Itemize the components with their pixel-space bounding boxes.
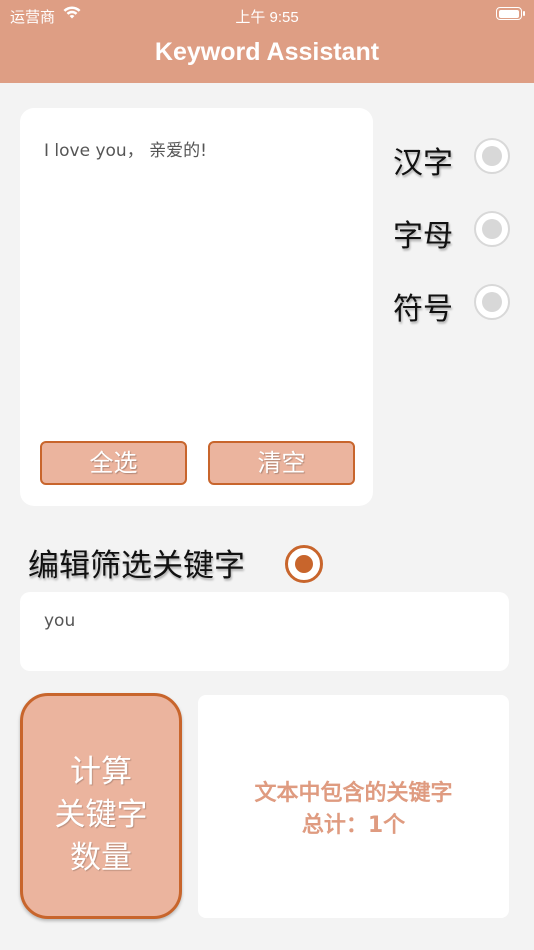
option-letters[interactable]: 字母 — [393, 207, 518, 254]
battery-icon — [496, 7, 525, 20]
clear-button[interactable]: 清空 — [208, 441, 355, 485]
status-bar: 运营商 上午 9:55 — [0, 0, 534, 30]
calc-button-line-1: 计算 — [70, 754, 132, 790]
calc-button-line-2: 关键字 — [54, 797, 148, 833]
keyword-radio[interactable] — [285, 545, 323, 583]
option-symbols[interactable]: 符号 — [393, 280, 518, 327]
page-title: Keyword Assistant — [154, 38, 380, 66]
status-time: 上午 9:55 — [235, 9, 299, 26]
keyword-section-title: 编辑筛选关键字 — [28, 548, 245, 584]
keyword-input[interactable]: you — [20, 592, 509, 671]
select-all-button[interactable]: 全选 — [40, 441, 187, 485]
nav-bar: Keyword Assistant — [0, 30, 534, 83]
option-letters-label: 字母 — [393, 219, 453, 254]
calc-button-line-3: 数量 — [70, 840, 132, 876]
keyword-input-value[interactable]: you — [44, 611, 75, 631]
calculate-keyword-count-button[interactable]: 计算 关键字 数量 — [20, 693, 182, 919]
result-description: 文本中包含的关键字 — [254, 781, 453, 806]
result-total: 总计：1个 — [301, 813, 406, 838]
text-input-value[interactable]: I love you， 亲爱的! — [44, 136, 207, 161]
option-symbols-label: 符号 — [393, 292, 453, 327]
option-hanzi-radio[interactable] — [474, 138, 510, 174]
option-symbols-radio[interactable] — [474, 284, 510, 320]
option-hanzi[interactable]: 汉字 — [393, 134, 518, 181]
option-hanzi-label: 汉字 — [393, 146, 453, 181]
text-input-card[interactable]: I love you， 亲爱的! 全选 清空 — [20, 108, 373, 506]
option-letters-radio[interactable] — [474, 211, 510, 247]
result-card: 文本中包含的关键字 总计：1个 — [198, 695, 509, 918]
